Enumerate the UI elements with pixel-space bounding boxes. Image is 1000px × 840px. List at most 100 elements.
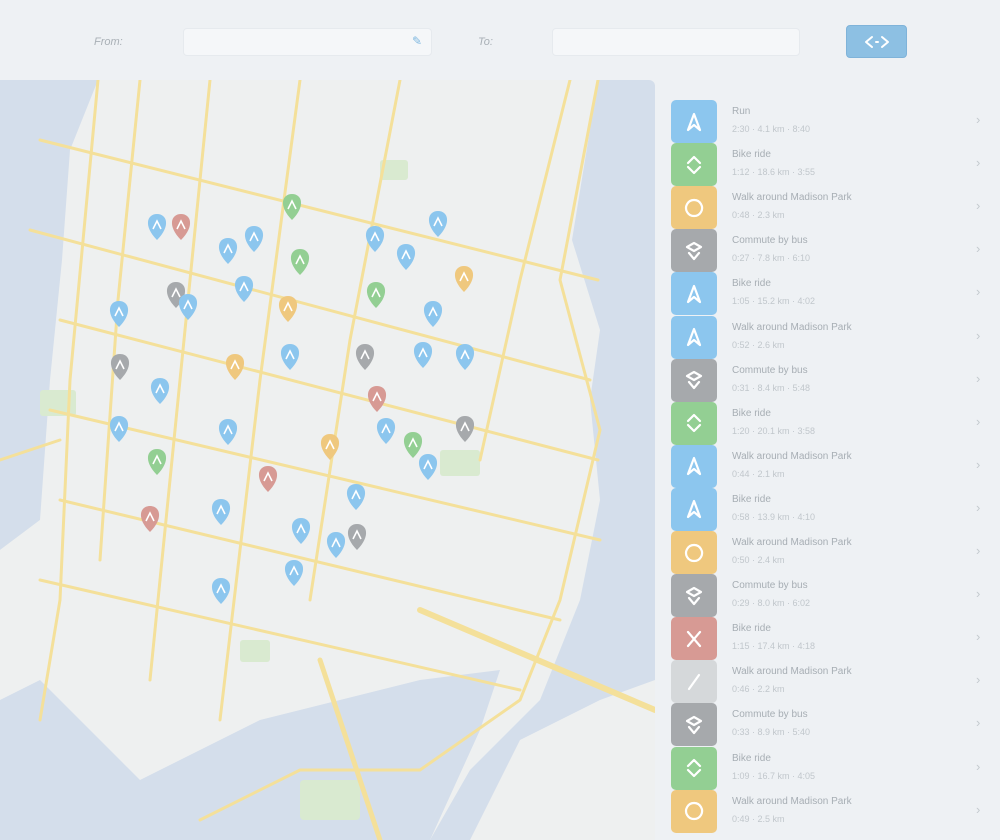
activity-title: Bike ride [732, 149, 771, 161]
list-item[interactable]: Walk around Madison Park 0:44 · 2.1 km › [671, 444, 1000, 488]
activity-title: Walk around Madison Park [732, 321, 852, 333]
activity-badge [671, 315, 717, 359]
list-item[interactable]: Run 2:30 · 4.1 km · 8:40 › [671, 100, 1000, 143]
activity-subtitle: 0:50 · 2.4 km [732, 555, 785, 565]
search-bar: From: ✎ To: [0, 0, 1000, 80]
activity-badge [671, 100, 717, 143]
activity-subtitle: 0:49 · 2.5 km [732, 813, 785, 824]
list-item[interactable]: Bike ride 0:58 · 13.9 km · 4:10 › [671, 487, 1000, 531]
activity-title: Run [732, 106, 751, 117]
list-item[interactable]: Walk around Madison Park 0:49 · 2.5 km › [671, 789, 1000, 833]
map[interactable] [0, 80, 655, 840]
list-item[interactable]: Walk around Madison Park 0:46 · 2.2 km › [671, 660, 1000, 704]
map-park [440, 450, 480, 476]
chevron-right-icon: › [976, 155, 981, 171]
activity-badge [671, 358, 717, 402]
activity-badge [671, 746, 717, 790]
activity-title: Commute by bus [732, 580, 808, 592]
activity-title: Walk around Madison Park [732, 192, 852, 204]
activity-subtitle: 0:29 · 8.0 km · 6:02 [732, 598, 811, 609]
ring-icon [685, 801, 704, 821]
activity-badge [671, 531, 717, 574]
activity-title: Bike ride [732, 623, 771, 635]
activity-subtitle: 0:58 · 13.9 km · 4:10 [732, 511, 816, 522]
list-item[interactable]: Commute by bus 0:29 · 8.0 km · 6:02 › [671, 574, 1000, 618]
hiker-icon [686, 457, 702, 476]
activity-badge [671, 143, 717, 187]
list-item[interactable]: Bike ride 1:09 · 16.7 km · 4:05 › [671, 746, 1000, 790]
swap-arrows-icon [864, 35, 889, 48]
activity-subtitle: 0:31 · 8.4 km · 5:48 [732, 382, 811, 393]
activity-subtitle: 1:09 · 16.7 km · 4:05 [732, 770, 816, 781]
activity-subtitle: 2:30 · 4.1 km · 8:40 [732, 124, 811, 134]
list-item[interactable]: Walk around Madison Park 0:52 · 2.6 km › [671, 315, 1000, 359]
recycle-icon [686, 155, 702, 174]
cross-icon [686, 630, 702, 647]
chevron-right-icon: › [976, 801, 981, 817]
list-item[interactable]: Commute by bus 0:31 · 8.4 km · 5:48 › [671, 358, 1000, 402]
activity-title: Commute by bus [732, 364, 808, 376]
map-canvas[interactable] [0, 80, 655, 840]
chevron-right-icon: › [976, 284, 981, 300]
to-input[interactable] [552, 28, 800, 56]
activity-badge [671, 617, 717, 661]
bus-icon [685, 715, 703, 734]
list-item[interactable]: Walk around Madison Park 0:48 · 2.3 km › [671, 186, 1000, 230]
activity-subtitle: 0:46 · 2.2 km [732, 684, 785, 695]
list-item[interactable]: Bike ride 1:20 · 20.1 km · 3:58 › [671, 401, 1000, 445]
to-label: To: [478, 36, 493, 48]
activity-badge [671, 789, 717, 833]
activity-title: Walk around Madison Park [732, 450, 852, 462]
swap-button[interactable] [846, 25, 907, 58]
activity-title: Walk around Madison Park [732, 537, 852, 548]
activity-badge [671, 660, 717, 704]
activity-badge [671, 401, 717, 445]
chevron-right-icon: › [976, 413, 981, 429]
activity-list[interactable]: Run 2:30 · 4.1 km · 8:40 › Bike ride 1:12 · … [655, 80, 1000, 840]
pencil-icon[interactable]: ✎ [412, 34, 422, 48]
activity-subtitle: 1:12 · 18.6 km · 3:55 [732, 167, 816, 178]
slash-icon [687, 673, 701, 690]
from-label: From: [94, 36, 123, 48]
list-item[interactable]: Bike ride 1:05 · 15.2 km · 4:02 › [671, 272, 1000, 316]
activity-badge [671, 574, 717, 618]
activity-subtitle: 1:15 · 17.4 km · 4:18 [732, 641, 816, 652]
activity-badge [671, 272, 717, 316]
chevron-right-icon: › [976, 241, 981, 257]
list-item[interactable]: Commute by bus 0:27 · 7.8 km · 6:10 › [671, 229, 1000, 273]
activity-badge [671, 487, 717, 531]
list-item[interactable]: Commute by bus 0:33 · 8.9 km · 5:40 › [671, 703, 1000, 747]
activity-title: Commute by bus [732, 235, 808, 247]
hiker-icon [686, 284, 702, 303]
chevron-right-icon: › [976, 715, 981, 731]
bus-icon [685, 241, 703, 260]
activity-title: Bike ride [732, 493, 771, 505]
ring-icon [685, 543, 704, 562]
activity-title: Walk around Madison Park [732, 666, 852, 678]
chevron-right-icon: › [976, 543, 981, 558]
from-input[interactable] [183, 28, 432, 56]
activity-title: Bike ride [732, 752, 771, 764]
activity-title: Bike ride [732, 278, 771, 290]
activity-subtitle: 1:05 · 15.2 km · 4:02 [732, 296, 816, 307]
chevron-right-icon: › [976, 327, 981, 343]
hiker-icon [686, 500, 702, 519]
hiker-icon [686, 327, 702, 347]
chevron-right-icon: › [976, 672, 981, 688]
map-park [240, 640, 270, 662]
activity-badge [671, 444, 717, 488]
list-item[interactable]: Bike ride 1:15 · 17.4 km · 4:18 › [671, 617, 1000, 661]
recycle-icon [686, 414, 702, 433]
list-item[interactable]: Bike ride 1:12 · 18.6 km · 3:55 › [671, 143, 1000, 187]
activity-subtitle: 0:44 · 2.1 km [732, 468, 785, 479]
chevron-right-icon: › [976, 629, 981, 645]
list-item[interactable]: Walk around Madison Park 0:50 · 2.4 km › [671, 531, 1000, 574]
activity-subtitle: 0:33 · 8.9 km · 5:40 [732, 727, 811, 738]
activity-title: Walk around Madison Park [732, 795, 852, 807]
chevron-right-icon: › [976, 370, 981, 386]
chevron-right-icon: › [976, 586, 981, 602]
activity-badge [671, 186, 717, 230]
chevron-right-icon: › [976, 499, 981, 515]
chevron-right-icon: › [976, 112, 981, 127]
chevron-right-icon: › [976, 758, 981, 774]
